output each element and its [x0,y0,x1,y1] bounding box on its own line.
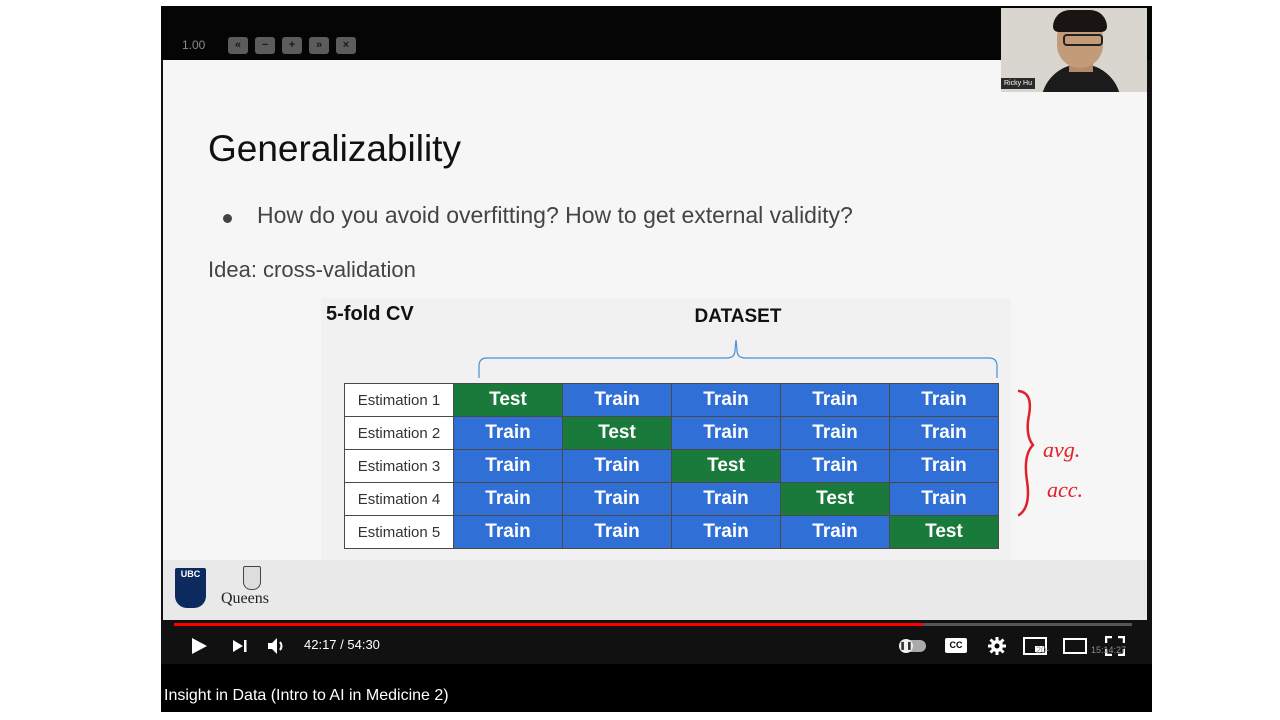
cv-train-cell: Train [889,383,999,417]
cv-train-cell: Train [889,482,999,516]
annotation-acc: acc. [1047,477,1083,502]
cv-train-cell: Train [453,449,563,483]
zoom-close-button[interactable]: × [336,37,356,54]
volume-icon[interactable] [267,637,287,655]
zoom-in-button[interactable]: + [282,37,302,54]
video-player[interactable]: 1.00 « − + » × Generalizability How do y… [161,6,1152,712]
cv-train-cell: Train [453,482,563,516]
cv-row: Estimation 3 Train Train Test Train Train [344,449,999,483]
cv-row-label: Estimation 1 [344,383,454,417]
cv-table: Estimation 1 Test Train Train Train Train Esti… [344,383,999,549]
dataset-label: DATASET [694,306,782,327]
brace-icon [478,339,998,378]
cv-train-cell: Train [780,383,890,417]
slide-bullet: How do you avoid overfitting? How to get… [257,202,853,228]
next-icon[interactable] [232,638,248,654]
ubc-logo: UBC [175,568,206,608]
slide-idea: Idea: cross-validation [208,257,416,282]
cv-train-cell: Train [780,416,890,450]
zoom-first-button[interactable]: « [228,37,248,54]
pause-icon: ❚❚ [899,639,913,653]
cv-train-cell: Train [671,416,781,450]
cv-train-cell: Train [562,449,672,483]
cv-row: Estimation 4 Train Train Train Test Train [344,482,999,516]
cv-test-cell: Test [453,383,563,417]
zoom-level: 1.00 [182,38,206,52]
cv-train-cell: Train [780,515,890,549]
cv-row: Estimation 1 Test Train Train Train Train [344,383,999,417]
cv-train-cell: Train [671,515,781,549]
cv-test-cell: Test [671,449,781,483]
time-display: 42:17 / 54:30 [304,637,380,652]
overlay-date: 20- [1036,645,1050,655]
settings-gear-icon[interactable] [987,636,1007,656]
cv-row-label: Estimation 2 [344,416,454,450]
progress-fill [174,623,924,626]
cv-test-cell: Test [780,482,890,516]
cv-row-label: Estimation 3 [344,449,454,483]
annotation-avg: avg. [1043,437,1080,462]
autoplay-toggle[interactable]: ❚❚ [899,639,926,653]
video-caption: Insight in Data (Intro to AI in Medicine… [164,687,449,704]
cv-train-cell: Train [889,416,999,450]
zoom-out-button[interactable]: − [255,37,275,54]
cv-train-cell: Train [562,515,672,549]
cv-train-cell: Train [562,482,672,516]
cv-train-cell: Train [780,449,890,483]
queens-logo: Queens [221,590,269,607]
cv-train-cell: Train [562,383,672,417]
bullet-icon [223,214,232,223]
zoom-last-button[interactable]: » [309,37,329,54]
cv-train-cell: Train [671,383,781,417]
cv-row-label: Estimation 4 [344,482,454,516]
theater-mode-icon[interactable] [1063,636,1087,656]
subtitles-button[interactable]: CC [945,638,967,653]
play-icon[interactable] [190,637,208,655]
handwritten-annotation: avg. acc. [1017,389,1083,517]
slide: Generalizability How do you avoid overfi… [163,60,1147,620]
cv-label: 5-fold CV [326,303,414,325]
slide-title: Generalizability [208,128,461,169]
queens-crest-icon [243,566,261,590]
cv-row: Estimation 5 Train Train Train Train Test [344,515,999,549]
cv-train-cell: Train [453,515,563,549]
progress-bar[interactable] [174,623,1132,626]
cv-train-cell: Train [671,482,781,516]
cv-row: Estimation 2 Train Test Train Train Train [344,416,999,450]
logo-strip: UBC Queens [163,560,1147,620]
video-frame[interactable]: 1.00 « − + » × Generalizability How do y… [161,6,1152,664]
overlay-time: 15:14:27 [1091,645,1127,655]
cv-train-cell: Train [453,416,563,450]
cv-row-label: Estimation 5 [344,515,454,549]
cv-test-cell: Test [562,416,672,450]
webcam-overlay: Ricky Hu [1001,8,1147,92]
cv-train-cell: Train [889,449,999,483]
webcam-name: Ricky Hu [1001,78,1036,89]
cv-test-cell: Test [889,515,999,549]
